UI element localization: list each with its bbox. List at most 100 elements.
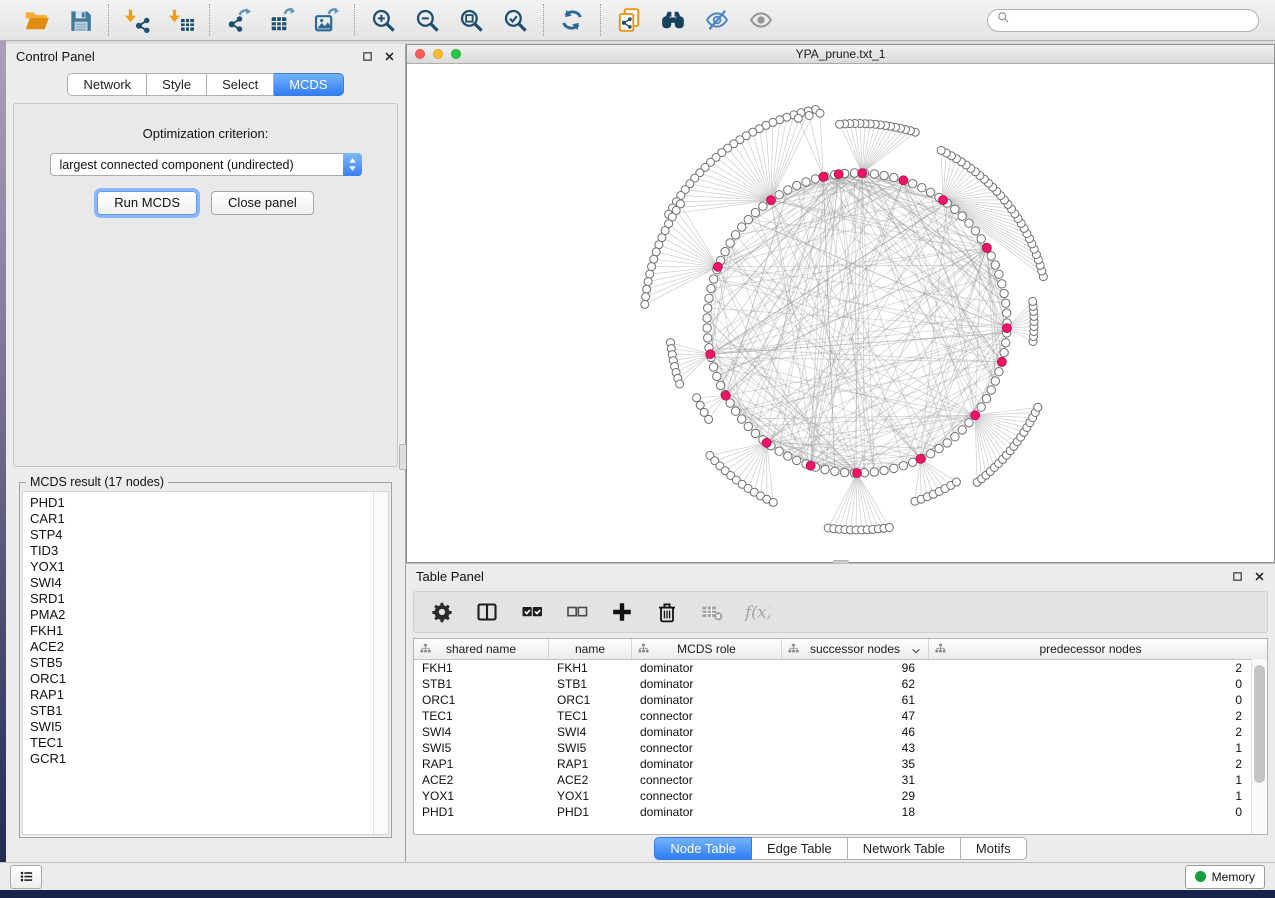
table-cell[interactable]: PHD1 [414, 805, 549, 819]
table-cell[interactable]: RAP1 [549, 757, 632, 771]
float-icon[interactable] [1232, 571, 1243, 582]
destroy-table-button[interactable] [699, 599, 725, 625]
table-cell[interactable]: PHD1 [549, 805, 632, 819]
mcds-result-scrollbar[interactable] [373, 492, 388, 834]
table-scrollbar[interactable] [1251, 659, 1267, 834]
export-image-button[interactable] [311, 5, 341, 35]
tab-node-table[interactable]: Node Table [654, 837, 752, 860]
table-cell[interactable]: 2 [929, 757, 1252, 771]
mcds-result-item[interactable]: ORC1 [30, 671, 372, 687]
run-mcds-button[interactable]: Run MCDS [97, 191, 197, 215]
table-row[interactable]: PHD1PHD1dominator180 [414, 804, 1267, 820]
table-cell[interactable]: connector [632, 773, 782, 787]
export-table-button[interactable] [267, 5, 297, 35]
table-cell[interactable]: SWI5 [414, 741, 549, 755]
task-history-button[interactable] [10, 865, 42, 889]
table-cell[interactable]: YOX1 [414, 789, 549, 803]
mcds-result-item[interactable]: STP4 [30, 527, 372, 543]
import-network-button[interactable] [122, 5, 152, 35]
deselect-all-button[interactable] [564, 599, 590, 625]
table-cell[interactable]: connector [632, 789, 782, 803]
column-view-button[interactable] [474, 599, 500, 625]
table-cell[interactable]: STB1 [549, 677, 632, 691]
table-row[interactable]: SWI5SWI5connector431 [414, 740, 1267, 756]
column-header-shared-name[interactable]: shared name [414, 639, 549, 659]
zoom-window-icon[interactable] [451, 49, 461, 59]
close-panel-button[interactable]: Close panel [211, 191, 314, 215]
table-cell[interactable]: ACE2 [414, 773, 549, 787]
table-cell[interactable]: 35 [782, 757, 929, 771]
table-row[interactable]: FKH1FKH1dominator962 [414, 660, 1267, 676]
table-cell[interactable]: 2 [929, 725, 1252, 739]
table-cell[interactable]: 46 [782, 725, 929, 739]
tab-select[interactable]: Select [207, 73, 274, 96]
table-cell[interactable]: 2 [929, 709, 1252, 723]
table-scrollbar-thumb[interactable] [1254, 665, 1265, 783]
clone-network-button[interactable] [614, 5, 644, 35]
table-cell[interactable]: SWI4 [549, 725, 632, 739]
table-cell[interactable]: TEC1 [549, 709, 632, 723]
delete-button[interactable] [654, 599, 680, 625]
tab-style[interactable]: Style [147, 73, 207, 96]
zoom-fit-button[interactable] [456, 5, 486, 35]
table-cell[interactable]: 1 [929, 773, 1252, 787]
search-box[interactable] [987, 9, 1259, 32]
tab-mcds[interactable]: MCDS [274, 73, 343, 96]
mcds-result-item[interactable]: SWI4 [30, 575, 372, 591]
table-row[interactable]: TEC1TEC1connector472 [414, 708, 1267, 724]
mcds-result-item[interactable]: TEC1 [30, 735, 372, 751]
mcds-result-item[interactable]: STB5 [30, 655, 372, 671]
table-row[interactable]: ACE2ACE2connector311 [414, 772, 1267, 788]
column-header-MCDS-role[interactable]: MCDS role [632, 639, 782, 659]
mcds-result-item[interactable]: RAP1 [30, 687, 372, 703]
table-cell[interactable]: ORC1 [549, 693, 632, 707]
table-cell[interactable]: 43 [782, 741, 929, 755]
hide-selected-button[interactable] [702, 5, 732, 35]
zoom-selected-button[interactable] [500, 5, 530, 35]
function-button[interactable]: f(x) [744, 599, 770, 625]
export-network-button[interactable] [223, 5, 253, 35]
table-cell[interactable]: 18 [782, 805, 929, 819]
table-row[interactable]: YOX1YOX1connector291 [414, 788, 1267, 804]
tab-motifs[interactable]: Motifs [961, 837, 1027, 860]
table-cell[interactable]: 0 [929, 805, 1252, 819]
table-cell[interactable]: dominator [632, 805, 782, 819]
table-cell[interactable]: ORC1 [414, 693, 549, 707]
tab-network[interactable]: Network [67, 73, 147, 96]
criterion-dropdown[interactable]: largest connected component (undirected) [50, 153, 362, 176]
zoom-out-button[interactable] [412, 5, 442, 35]
column-header-name[interactable]: name [549, 639, 632, 659]
mcds-result-item[interactable]: YOX1 [30, 559, 372, 575]
mcds-result-item[interactable]: SRD1 [30, 591, 372, 607]
table-cell[interactable]: FKH1 [414, 661, 549, 675]
table-cell[interactable]: 0 [929, 677, 1252, 691]
zoom-in-button[interactable] [368, 5, 398, 35]
table-cell[interactable]: ACE2 [549, 773, 632, 787]
table-cell[interactable]: dominator [632, 693, 782, 707]
tab-network-table[interactable]: Network Table [848, 837, 961, 860]
search-network-button[interactable] [658, 5, 688, 35]
table-cell[interactable]: connector [632, 741, 782, 755]
close-window-icon[interactable] [415, 49, 425, 59]
table-row[interactable]: SWI4SWI4dominator462 [414, 724, 1267, 740]
network-window-titlebar[interactable]: YPA_prune.txt_1 [407, 45, 1274, 64]
add-button[interactable] [609, 599, 635, 625]
column-header-predecessor-nodes[interactable]: predecessor nodes [929, 639, 1252, 659]
mcds-result-item[interactable]: STB1 [30, 703, 372, 719]
mcds-result-item[interactable]: SWI5 [30, 719, 372, 735]
mcds-result-item[interactable]: FKH1 [30, 623, 372, 639]
select-all-button[interactable] [519, 599, 545, 625]
minimize-window-icon[interactable] [433, 49, 443, 59]
mcds-result-item[interactable]: CAR1 [30, 511, 372, 527]
mcds-result-item[interactable]: GCR1 [30, 751, 372, 767]
table-cell[interactable]: 0 [929, 693, 1252, 707]
table-cell[interactable]: 47 [782, 709, 929, 723]
settings-button[interactable] [429, 599, 455, 625]
table-cell[interactable]: 96 [782, 661, 929, 675]
table-row[interactable]: RAP1RAP1dominator352 [414, 756, 1267, 772]
close-icon[interactable] [1254, 571, 1265, 582]
open-file-button[interactable] [21, 5, 51, 35]
mcds-result-item[interactable]: TID3 [30, 543, 372, 559]
table-row[interactable]: ORC1ORC1dominator610 [414, 692, 1267, 708]
show-all-button[interactable] [746, 5, 776, 35]
